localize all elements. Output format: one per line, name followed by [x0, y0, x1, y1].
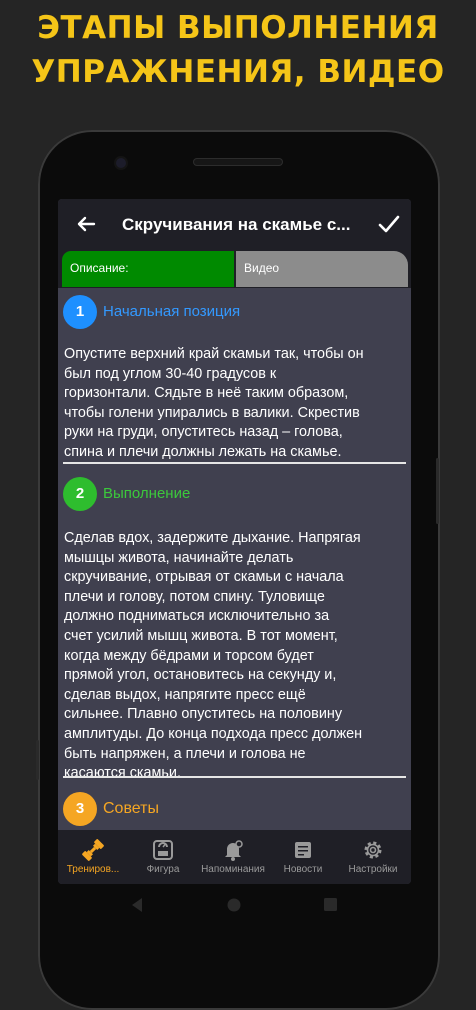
step-number-badge: 2 [63, 477, 97, 511]
promo-line-2: УПРАЖНЕНИЯ, ВИДЕО [31, 54, 445, 90]
nav-item-reminders[interactable]: Напоминания [198, 830, 268, 884]
phone-volume-button [36, 740, 39, 780]
promo-heading: ЭТАПЫ ВЫПОЛНЕНИЯ УПРАЖНЕНИЯ, ВИДЕО [0, 6, 476, 94]
step-number-badge: 1 [63, 295, 97, 329]
system-recents-icon[interactable] [324, 898, 337, 911]
app-screen: Скручивания на скамье с... Описание: Вид… [58, 199, 411, 884]
section-header-execution: 2 Выполнение [58, 476, 411, 514]
tab-description[interactable]: Описание: [62, 251, 234, 287]
section-title: Начальная позиция [103, 303, 241, 320]
text-line: чтобы голени упирались в валики. Скрести… [64, 404, 360, 421]
text-line: был под углом 30-40 градусов к [64, 365, 277, 382]
earpiece-speaker [193, 158, 283, 166]
section-title: Выполнение [103, 485, 191, 502]
gear-icon [361, 838, 385, 862]
text-line: быть напряжен, а плечи и голова не [64, 745, 306, 762]
text-line: горизонтали. Сядьте в неё таким образом, [64, 385, 349, 402]
nav-label: Трениров... [66, 864, 120, 875]
nav-item-figure[interactable]: Фигура [128, 830, 198, 884]
text-line: руки на груди, опуститесь назад – голова… [64, 424, 343, 441]
text-line: спина и плечи должны лежать на скамье. [64, 443, 342, 460]
section-title: Советы [103, 800, 159, 817]
section-text-execution: Сделав вдох, задержите дыхание. Напрягая… [64, 529, 406, 784]
dumbbell-icon [81, 838, 105, 862]
section-divider [63, 776, 406, 778]
text-line: Сделав вдох, задержите дыхание. Напрягая [64, 530, 361, 546]
text-line: сильнее. Плавно опуститесь на половину [64, 706, 343, 723]
step-number-badge: 3 [63, 792, 97, 826]
promo-line-1: ЭТАПЫ ВЫПОЛНЕНИЯ [37, 10, 439, 46]
system-home-icon[interactable] [227, 898, 241, 912]
app-toolbar: Скручивания на скамье с... [58, 199, 411, 251]
text-line: плечи и голову, потом спину. Туловище [64, 588, 325, 605]
section-divider [63, 462, 406, 464]
nav-label: Настройки [348, 864, 398, 875]
text-line: амплитуды. До конца подхода пресс должен [64, 725, 363, 742]
text-line: касаются скамьи. [64, 765, 181, 782]
text-line: Опустите верхний край скамьи так, чтобы … [64, 346, 364, 362]
text-line: мышцы живота, начинайте делать [64, 549, 294, 566]
text-line: сделав выдох, напрягите пресс ещё [64, 686, 306, 703]
tab-description-label: Описание: [70, 261, 129, 275]
tab-video-label: Видео [244, 261, 280, 275]
nav-item-workouts[interactable]: Трениров... [58, 830, 128, 884]
text-line: скручивание, отрывая от скамьи с начала [64, 569, 344, 586]
bell-icon [221, 838, 245, 862]
phone-power-button [436, 458, 439, 524]
text-line: счет усилий мышц живота. В тот момент, [64, 627, 338, 644]
back-arrow-icon[interactable] [72, 209, 100, 239]
system-back-icon[interactable] [130, 897, 144, 913]
bottom-navigation: Трениров... Фигура Напоминания Новости Н… [58, 830, 411, 884]
tab-bar: Описание: Видео [58, 251, 411, 288]
system-navigation-bar [58, 884, 411, 928]
tab-video[interactable]: Видео [236, 251, 408, 287]
section-text-start-position: Опустите верхний край скамьи так, чтобы … [64, 345, 406, 463]
checkmark-icon[interactable] [374, 209, 404, 239]
news-icon [291, 838, 315, 862]
nav-label: Новости [283, 864, 323, 875]
text-line: когда между бёдрами и торсом будет [64, 647, 314, 664]
nav-label: Фигура [146, 864, 180, 875]
screen-title: Скручивания на скамье с... [122, 215, 351, 234]
front-camera [116, 158, 126, 168]
section-header-tips: 3 Советы [58, 791, 411, 829]
nav-item-settings[interactable]: Настройки [338, 830, 408, 884]
section-header-start-position: 1 Начальная позиция [58, 294, 411, 332]
nav-label: Напоминания [201, 864, 265, 875]
scale-icon [151, 838, 175, 862]
text-line: прямой угол, остановитесь на секунду и, [64, 667, 337, 684]
nav-item-news[interactable]: Новости [268, 830, 338, 884]
text-line: должно подниматься исключительно за [64, 608, 330, 625]
